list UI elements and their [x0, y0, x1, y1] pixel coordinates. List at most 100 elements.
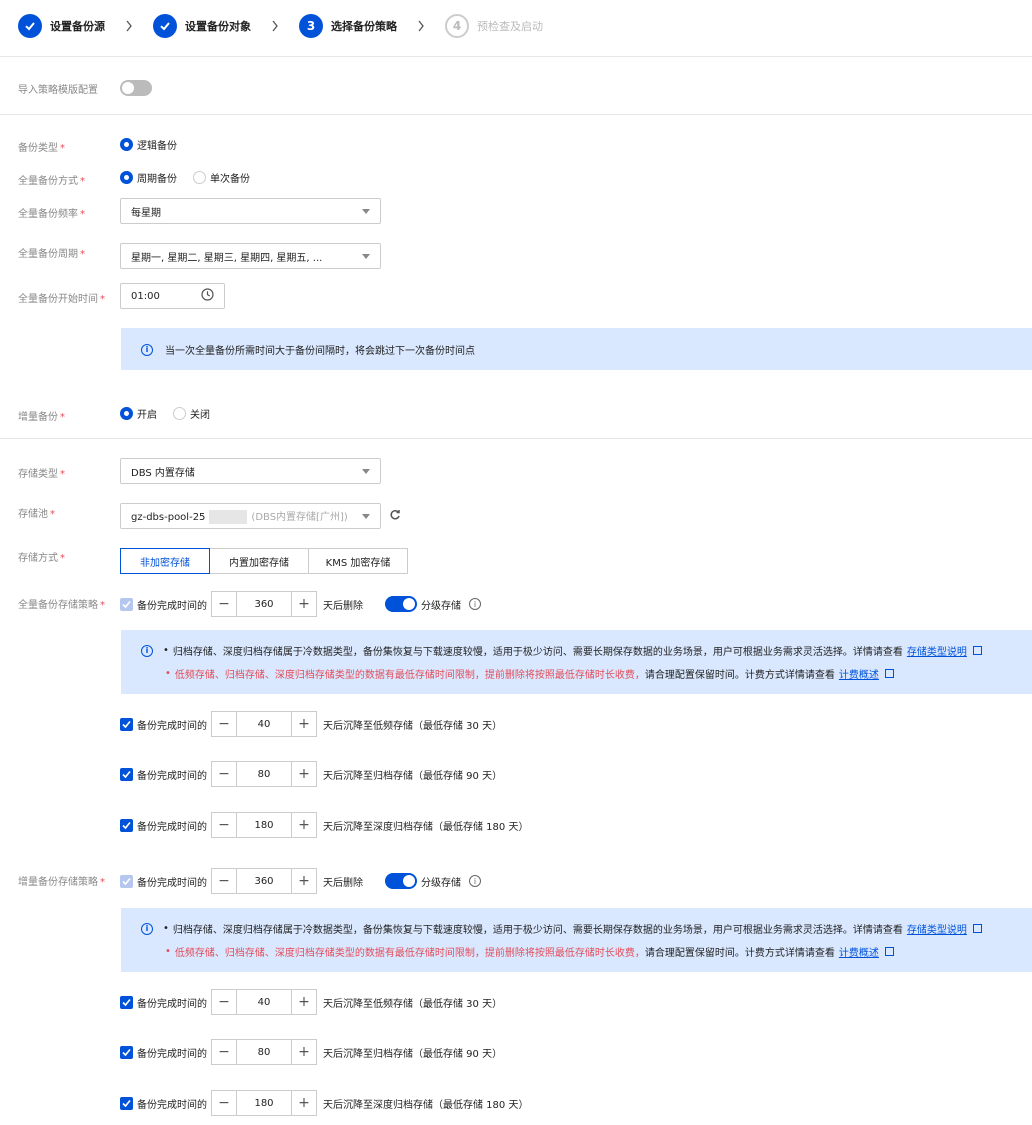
full-backup-period-select[interactable]: 星期一, 星期二, 星期三, 星期四, 星期五, ... [120, 243, 381, 269]
minus-button[interactable]: − [211, 1039, 237, 1065]
radio-label: 开启 [137, 410, 157, 421]
check-icon [18, 14, 42, 38]
plus-button[interactable]: + [291, 711, 317, 737]
backup-type-row: 逻辑备份 [120, 137, 193, 152]
caret-down-icon [362, 513, 370, 519]
divider [0, 438, 1032, 439]
chevron-right-icon [271, 20, 279, 32]
checkbox-tier-3[interactable] [120, 818, 133, 832]
storage-type-doc-link[interactable]: 存储类型说明 [907, 921, 967, 936]
step-label: 预检查及启动 [477, 20, 543, 33]
checkbox-tier-3[interactable] [120, 1096, 133, 1110]
label-text: 增量备份存储策略 [18, 877, 98, 888]
radio-label: 逻辑备份 [137, 141, 177, 152]
billing-overview-link[interactable]: 计费概述 [839, 944, 879, 959]
storage-mode-label: 存储方式 * [18, 553, 65, 564]
import-template-toggle[interactable] [120, 80, 152, 96]
import-template-row [120, 80, 152, 96]
stepper-value[interactable]: 180 [237, 1090, 291, 1116]
minus-button[interactable]: − [211, 1090, 237, 1116]
checkbox-tier-1[interactable] [120, 995, 133, 1009]
prefix-text: 备份完成时间的 [137, 877, 207, 889]
check-icon [153, 14, 177, 38]
minus-button[interactable]: − [211, 868, 237, 894]
storage-mode-kms-encrypted[interactable]: KMS 加密存储 [308, 548, 408, 574]
tier-1-stepper: − 40 + [211, 711, 317, 737]
step-number: 3 [299, 14, 323, 38]
tier-storage-toggle[interactable] [385, 596, 417, 612]
radio-label: 关闭 [190, 410, 210, 421]
import-template-label: 导入策略模版配置 [18, 85, 98, 96]
minus-button[interactable]: − [211, 591, 237, 617]
tier-suffix-text: 天后沉降至深度归档存储（最低存储 180 天） [323, 1099, 529, 1111]
refresh-icon[interactable] [389, 509, 401, 524]
tier-storage-label: 分级存储 [421, 600, 461, 612]
label-text: 全量备份开始时间 [18, 294, 98, 305]
radio-label: 周期备份 [137, 174, 177, 185]
storage-pool-select[interactable]: gz-dbs-pool-25 (DBS内置存储[广州]) [120, 503, 381, 529]
tier-storage-toggle[interactable] [385, 873, 417, 889]
plus-button[interactable]: + [291, 1039, 317, 1065]
plus-button[interactable]: + [291, 591, 317, 617]
minus-button[interactable]: − [211, 761, 237, 787]
plus-button[interactable]: + [291, 868, 317, 894]
prefix-text: 备份完成时间的 [137, 720, 207, 732]
storage-type-doc-link[interactable]: 存储类型说明 [907, 643, 967, 658]
tier-3-stepper: − 180 + [211, 812, 317, 838]
full-backup-freq-select[interactable]: 每星期 [120, 198, 381, 224]
stepper-value[interactable]: 360 [237, 868, 291, 894]
tier-suffix-text: 天后沉降至归档存储（最低存储 90 天） [323, 770, 503, 782]
storage-mode-builtin-encrypted[interactable]: 内置加密存储 [209, 548, 309, 574]
minus-button[interactable]: − [211, 812, 237, 838]
stepper-value[interactable]: 40 [237, 711, 291, 737]
full-backup-freq-row: 每星期 [120, 198, 381, 224]
full-backup-start-label: 全量备份开始时间 * [18, 294, 105, 305]
caret-down-icon [362, 468, 370, 474]
plus-button[interactable]: + [291, 989, 317, 1015]
start-time-input[interactable]: 01:00 [120, 283, 225, 309]
full-tier-row-1: 备份完成时间的 − 40 + 天后沉降至低频存储（最低存储 30 天） [120, 711, 502, 737]
radio-dot [120, 138, 133, 151]
plus-button[interactable]: + [291, 812, 317, 838]
checkbox-tier-2[interactable] [120, 1045, 133, 1059]
checkbox-tier-2[interactable] [120, 767, 133, 781]
stepper-value[interactable]: 80 [237, 761, 291, 787]
label-text: 增量备份 [18, 412, 58, 423]
minus-button[interactable]: − [211, 989, 237, 1015]
billing-overview-link[interactable]: 计费概述 [839, 666, 879, 681]
checkbox-tier-1[interactable] [120, 717, 133, 731]
radio-dot [120, 171, 133, 184]
tier-storage-label: 分级存储 [421, 877, 461, 889]
help-icon[interactable]: i [469, 875, 481, 887]
tier-suffix-text: 天后沉降至低频存储（最低存储 30 天） [323, 998, 503, 1010]
full-backup-period-row: 星期一, 星期二, 星期三, 星期四, 星期五, ... [120, 243, 381, 269]
checkbox-delete-disabled [120, 874, 133, 888]
storage-type-select[interactable]: DBS 内置存储 [120, 458, 381, 484]
select-value: 星期一, 星期二, 星期三, 星期四, 星期五, ... [131, 252, 323, 264]
full-backup-period-label: 全量备份周期 * [18, 249, 85, 260]
label-text: 全量备份存储策略 [18, 600, 98, 611]
stepper-value[interactable]: 180 [237, 812, 291, 838]
stepper-value[interactable]: 80 [237, 1039, 291, 1065]
notice-text: 当一次全量备份所需时间大于备份间隔时，将会跳过下一次备份时间点 [165, 346, 475, 357]
stepper-value[interactable]: 360 [237, 591, 291, 617]
radio-single[interactable]: 单次备份 [193, 170, 250, 185]
checkbox-delete-disabled [120, 597, 133, 611]
full-policy-delete-row: 备份完成时间的 − 360 + 天后删除 分级存储 i [120, 591, 481, 617]
full-backup-freq-label: 全量备份频率 * [18, 209, 85, 220]
radio-periodic[interactable]: 周期备份 [120, 170, 177, 185]
plus-button[interactable]: + [291, 761, 317, 787]
label-text: 全量备份周期 [18, 249, 78, 260]
prefix-text: 备份完成时间的 [137, 821, 207, 833]
radio-incremental-off[interactable]: 关闭 [173, 406, 210, 421]
radio-incremental-on[interactable]: 开启 [120, 406, 157, 421]
minus-button[interactable]: − [211, 711, 237, 737]
pool-region: (DBS内置存储[广州]) [251, 512, 348, 523]
help-icon[interactable]: i [469, 598, 481, 610]
stepper-value[interactable]: 40 [237, 989, 291, 1015]
delete-days-stepper: − 360 + [211, 591, 317, 617]
storage-mode-non-encrypted[interactable]: 非加密存储 [120, 548, 210, 574]
redacted-block [209, 510, 248, 524]
radio-logical-backup[interactable]: 逻辑备份 [120, 137, 177, 152]
plus-button[interactable]: + [291, 1090, 317, 1116]
